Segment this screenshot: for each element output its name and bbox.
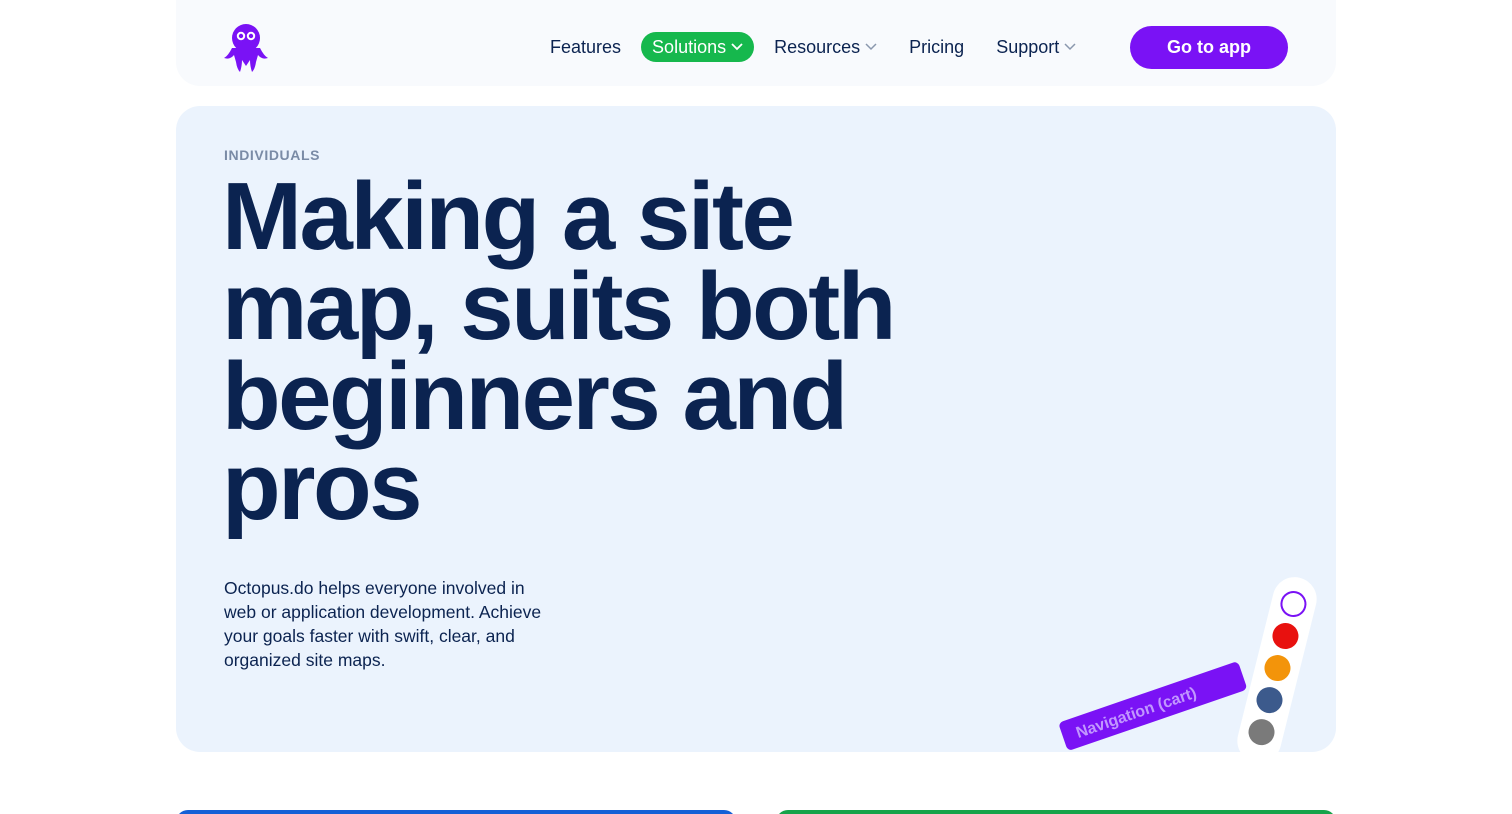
nav-pricing[interactable]: Pricing (909, 32, 964, 62)
chevron-down-icon (1064, 43, 1076, 51)
nav-features-label: Features (550, 36, 622, 57)
site-header: Features Solutions Resources Pricing Sup… (176, 0, 1336, 86)
go-to-app-button[interactable]: Go to app (1130, 26, 1288, 69)
nav-solutions[interactable]: Solutions (641, 32, 755, 62)
hero-description: Octopus.do helps everyone involved in we… (224, 578, 542, 670)
nav-pricing-label: Pricing (909, 36, 965, 57)
swatch-palette (1237, 577, 1317, 763)
nav-resources-label: Resources (774, 36, 861, 57)
octopus-logo-icon[interactable] (224, 22, 268, 74)
feature-card-blue (176, 810, 736, 814)
nav-solutions-label: Solutions (652, 36, 727, 57)
nav-features[interactable]: Features (550, 32, 621, 62)
main-nav: Features Solutions Resources Pricing Sup… (550, 32, 1108, 62)
feature-card-green (776, 810, 1336, 814)
chevron-down-icon (865, 43, 877, 51)
nav-support-label: Support (996, 36, 1060, 57)
color-palette-illustration: Navigation (cart) (1059, 577, 1317, 763)
nav-resources[interactable]: Resources (774, 32, 877, 62)
hero-headline: Making a site map, suits both beginners … (222, 163, 896, 540)
chevron-down-icon (731, 43, 743, 51)
navigation-tag: Navigation (cart) (1059, 662, 1247, 750)
nav-support[interactable]: Support (996, 32, 1076, 62)
hero-eyebrow: INDIVIDUALS (224, 147, 321, 163)
